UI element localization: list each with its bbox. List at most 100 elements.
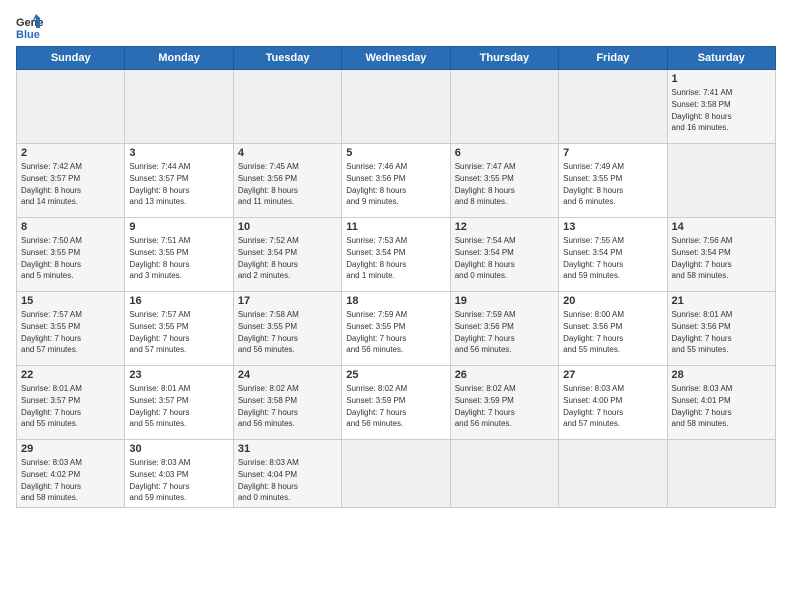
day-detail: Sunrise: 7:45 AMSunset: 3:56 PMDaylight:… <box>238 162 299 206</box>
day-number: 31 <box>238 443 337 455</box>
day-detail: Sunrise: 7:41 AMSunset: 3:58 PMDaylight:… <box>672 88 733 132</box>
day-number: 13 <box>563 221 662 233</box>
day-cell: 27Sunrise: 8:03 AMSunset: 4:00 PMDayligh… <box>559 366 667 440</box>
day-cell: 8Sunrise: 7:50 AMSunset: 3:55 PMDaylight… <box>17 218 125 292</box>
day-detail: Sunrise: 7:59 AMSunset: 3:55 PMDaylight:… <box>346 310 407 354</box>
day-number: 30 <box>129 443 228 455</box>
day-detail: Sunrise: 8:00 AMSunset: 3:56 PMDaylight:… <box>563 310 624 354</box>
week-row-0: 1 Sunrise: 7:41 AMSunset: 3:58 PMDaylight… <box>17 70 776 144</box>
day-detail: Sunrise: 7:49 AMSunset: 3:55 PMDaylight:… <box>563 162 624 206</box>
col-header-sunday: Sunday <box>17 47 125 70</box>
calendar-page: General Blue SundayMondayTuesdayWednesda… <box>0 0 792 612</box>
header-row: SundayMondayTuesdayWednesdayThursdayFrid… <box>17 47 776 70</box>
day-detail: Sunrise: 7:53 AMSunset: 3:54 PMDaylight:… <box>346 236 407 280</box>
day-cell: 2 Sunrise: 7:42 AMSunset: 3:57 PMDaylight… <box>17 144 125 218</box>
day-number: 5 <box>346 147 445 159</box>
day-cell: 11 Sunrise: 7:53 AMSunset: 3:54 PMDayligh… <box>342 218 450 292</box>
day-number: 28 <box>672 369 771 381</box>
day-cell: 5 Sunrise: 7:46 AMSunset: 3:56 PMDaylight… <box>342 144 450 218</box>
day-number: 15 <box>21 295 120 307</box>
week-row-4: 22Sunrise: 8:01 AMSunset: 3:57 PMDayligh… <box>17 366 776 440</box>
day-number: 16 <box>129 295 228 307</box>
day-number: 26 <box>455 369 554 381</box>
day-detail: Sunrise: 8:03 AMSunset: 4:01 PMDaylight:… <box>672 384 733 428</box>
day-detail: Sunrise: 8:02 AMSunset: 3:59 PMDaylight:… <box>346 384 407 428</box>
day-number: 23 <box>129 369 228 381</box>
day-cell: 20 Sunrise: 8:00 AMSunset: 3:56 PMDayligh… <box>559 292 667 366</box>
day-number: 14 <box>672 221 771 233</box>
day-number: 9 <box>129 221 228 233</box>
day-number: 1 <box>672 73 771 85</box>
day-cell: 13 Sunrise: 7:55 AMSunset: 3:54 PMDayligh… <box>559 218 667 292</box>
day-detail: Sunrise: 7:55 AMSunset: 3:54 PMDaylight:… <box>563 236 624 280</box>
day-detail: Sunrise: 8:02 AMSunset: 3:59 PMDaylight:… <box>455 384 516 428</box>
day-detail: Sunrise: 7:58 AMSunset: 3:55 PMDaylight:… <box>238 310 299 354</box>
day-cell: 21 Sunrise: 8:01 AMSunset: 3:56 PMDayligh… <box>667 292 775 366</box>
day-detail: Sunrise: 8:03 AMSunset: 4:02 PMDaylight:… <box>21 458 82 502</box>
day-detail: Sunrise: 7:44 AMSunset: 3:57 PMDaylight:… <box>129 162 190 206</box>
col-header-saturday: Saturday <box>667 47 775 70</box>
day-cell <box>342 70 450 144</box>
day-number: 12 <box>455 221 554 233</box>
day-cell <box>17 70 125 144</box>
day-number: 2 <box>21 147 120 159</box>
day-number: 10 <box>238 221 337 233</box>
day-cell: 30Sunrise: 8:03 AMSunset: 4:03 PMDayligh… <box>125 440 233 508</box>
svg-text:Blue: Blue <box>16 29 40 40</box>
calendar-table: SundayMondayTuesdayWednesdayThursdayFrid… <box>16 46 776 508</box>
day-cell: 7Sunrise: 7:49 AMSunset: 3:55 PMDaylight… <box>559 144 667 218</box>
day-cell <box>450 70 558 144</box>
day-cell: 17Sunrise: 7:58 AMSunset: 3:55 PMDayligh… <box>233 292 341 366</box>
day-cell <box>125 70 233 144</box>
day-number: 25 <box>346 369 445 381</box>
day-detail: Sunrise: 7:52 AMSunset: 3:54 PMDaylight:… <box>238 236 299 280</box>
col-header-monday: Monday <box>125 47 233 70</box>
day-detail: Sunrise: 8:03 AMSunset: 4:04 PMDaylight:… <box>238 458 299 502</box>
day-detail: Sunrise: 8:01 AMSunset: 3:56 PMDaylight:… <box>672 310 733 354</box>
day-cell: 25 Sunrise: 8:02 AMSunset: 3:59 PMDayligh… <box>342 366 450 440</box>
day-cell: 26 Sunrise: 8:02 AMSunset: 3:59 PMDayligh… <box>450 366 558 440</box>
day-detail: Sunrise: 7:42 AMSunset: 3:57 PMDaylight:… <box>21 162 82 206</box>
day-cell: 28 Sunrise: 8:03 AMSunset: 4:01 PMDayligh… <box>667 366 775 440</box>
day-number: 3 <box>129 147 228 159</box>
week-row-1: 2 Sunrise: 7:42 AMSunset: 3:57 PMDaylight… <box>17 144 776 218</box>
logo: General Blue <box>16 12 48 40</box>
day-detail: Sunrise: 7:54 AMSunset: 3:54 PMDaylight:… <box>455 236 516 280</box>
col-header-wednesday: Wednesday <box>342 47 450 70</box>
day-detail: Sunrise: 7:57 AMSunset: 3:55 PMDaylight:… <box>129 310 190 354</box>
day-cell: 19 Sunrise: 7:59 AMSunset: 3:56 PMDayligh… <box>450 292 558 366</box>
day-number: 19 <box>455 295 554 307</box>
col-header-friday: Friday <box>559 47 667 70</box>
day-number: 20 <box>563 295 662 307</box>
logo-icon: General Blue <box>16 12 44 40</box>
day-cell: 16 Sunrise: 7:57 AMSunset: 3:55 PMDayligh… <box>125 292 233 366</box>
day-cell: 18Sunrise: 7:59 AMSunset: 3:55 PMDayligh… <box>342 292 450 366</box>
day-cell <box>342 440 450 508</box>
day-cell <box>559 440 667 508</box>
day-cell: 24Sunrise: 8:02 AMSunset: 3:58 PMDayligh… <box>233 366 341 440</box>
day-cell: 14Sunrise: 7:56 AMSunset: 3:54 PMDayligh… <box>667 218 775 292</box>
col-header-tuesday: Tuesday <box>233 47 341 70</box>
day-cell <box>233 70 341 144</box>
day-cell <box>667 440 775 508</box>
header: General Blue <box>16 12 776 40</box>
day-cell: 29Sunrise: 8:03 AMSunset: 4:02 PMDayligh… <box>17 440 125 508</box>
day-number: 11 <box>346 221 445 233</box>
day-detail: Sunrise: 7:57 AMSunset: 3:55 PMDaylight:… <box>21 310 82 354</box>
day-cell: 6Sunrise: 7:47 AMSunset: 3:55 PMDaylight… <box>450 144 558 218</box>
day-detail: Sunrise: 7:46 AMSunset: 3:56 PMDaylight:… <box>346 162 407 206</box>
day-detail: Sunrise: 8:03 AMSunset: 4:00 PMDaylight:… <box>563 384 624 428</box>
day-cell <box>559 70 667 144</box>
day-detail: Sunrise: 7:59 AMSunset: 3:56 PMDaylight:… <box>455 310 516 354</box>
day-number: 21 <box>672 295 771 307</box>
day-number: 4 <box>238 147 337 159</box>
day-cell: 3 Sunrise: 7:44 AMSunset: 3:57 PMDaylight… <box>125 144 233 218</box>
day-detail: Sunrise: 7:50 AMSunset: 3:55 PMDaylight:… <box>21 236 82 280</box>
day-number: 6 <box>455 147 554 159</box>
week-row-2: 8Sunrise: 7:50 AMSunset: 3:55 PMDaylight… <box>17 218 776 292</box>
day-number: 24 <box>238 369 337 381</box>
day-cell: 15 Sunrise: 7:57 AMSunset: 3:55 PMDayligh… <box>17 292 125 366</box>
day-cell: 12 Sunrise: 7:54 AMSunset: 3:54 PMDayligh… <box>450 218 558 292</box>
day-cell: 9Sunrise: 7:51 AMSunset: 3:55 PMDaylight… <box>125 218 233 292</box>
day-number: 22 <box>21 369 120 381</box>
